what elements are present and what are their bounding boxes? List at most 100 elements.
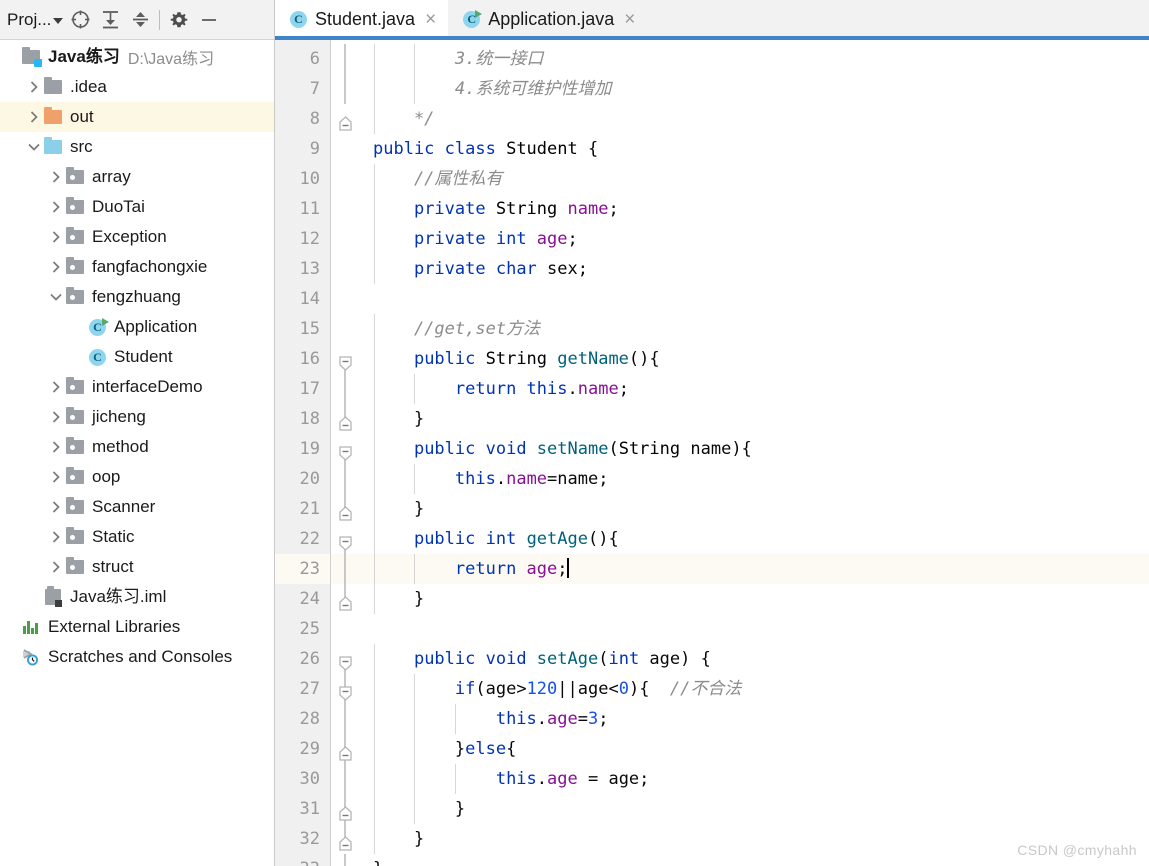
chevron-right-icon[interactable] — [48, 469, 64, 485]
tree-item-duotai[interactable]: DuoTai — [0, 192, 274, 222]
project-view-selector[interactable]: Proj... — [5, 10, 65, 30]
code-line[interactable]: return age; — [359, 554, 1149, 584]
close-icon[interactable]: × — [624, 10, 635, 29]
fold-end-icon[interactable] — [338, 591, 353, 611]
chevron-right-icon[interactable] — [26, 109, 42, 125]
fold-end-icon[interactable] — [338, 831, 353, 851]
tree-item-exception[interactable]: Exception — [0, 222, 274, 252]
tree-item-fangfachongxie[interactable]: fangfachongxie — [0, 252, 274, 282]
fold-gutter[interactable] — [331, 40, 359, 866]
code-line[interactable]: public void setName(String name){ — [359, 434, 1149, 464]
tree-item-idea[interactable]: .idea — [0, 72, 274, 102]
code-line[interactable]: //属性私有 — [359, 164, 1149, 194]
tree-item-java-iml[interactable]: Java练习.iml — [0, 582, 274, 612]
code-line[interactable]: }else{ — [359, 734, 1149, 764]
code-line[interactable]: } — [359, 404, 1149, 434]
code-line[interactable] — [359, 614, 1149, 644]
chevron-down-icon[interactable] — [26, 139, 42, 155]
fold-end-icon[interactable] — [338, 111, 353, 131]
code-line[interactable] — [359, 284, 1149, 314]
tree-item-method[interactable]: method — [0, 432, 274, 462]
package-icon — [66, 167, 84, 184]
chevron-right-icon[interactable] — [48, 259, 64, 275]
tree-item-scanner[interactable]: Scanner — [0, 492, 274, 522]
chevron-right-icon[interactable] — [48, 409, 64, 425]
editor-tab-bar[interactable]: C Student.java × C Application.java × — [275, 0, 1149, 40]
project-tree[interactable]: Java练习 D:\Java练习 .idea out src array DuoTai Exc… — [0, 40, 274, 866]
code-line[interactable]: 3.统一接口 — [359, 44, 1149, 74]
code-line[interactable]: public void setAge(int age) { — [359, 644, 1149, 674]
tree-item-student[interactable]: C Student — [0, 342, 274, 372]
fold-collapse-icon[interactable] — [338, 351, 353, 371]
code-line[interactable]: private int age; — [359, 224, 1149, 254]
code-line[interactable]: public class Student { — [359, 134, 1149, 164]
chevron-right-icon[interactable] — [48, 529, 64, 545]
editor-tab-student-java[interactable]: C Student.java × — [275, 0, 449, 40]
close-icon[interactable]: × — [425, 10, 436, 29]
code-line[interactable]: public int getAge(){ — [359, 524, 1149, 554]
chevron-right-icon[interactable] — [48, 169, 64, 185]
chevron-right-icon[interactable] — [48, 499, 64, 515]
code-token: =name; — [547, 469, 609, 489]
code-line[interactable]: private String name; — [359, 194, 1149, 224]
chevron-right-icon[interactable] — [48, 439, 64, 455]
tree-item-struct[interactable]: struct — [0, 552, 274, 582]
tree-item-jicheng[interactable]: jicheng — [0, 402, 274, 432]
settings-gear-icon[interactable] — [164, 5, 194, 35]
tree-item-interfacedemo[interactable]: interfaceDemo — [0, 372, 274, 402]
code-line[interactable]: private char sex; — [359, 254, 1149, 284]
code-line[interactable]: return this.name; — [359, 374, 1149, 404]
line-number: 29 — [299, 739, 320, 759]
chevron-right-icon[interactable] — [48, 379, 64, 395]
tree-item-scratches-and-consoles[interactable]: Scratches and Consoles — [0, 642, 274, 672]
tree-item-out[interactable]: out — [0, 102, 274, 132]
fold-end-icon[interactable] — [338, 741, 353, 761]
code-token: setName — [536, 439, 609, 459]
code-line[interactable]: } — [359, 794, 1149, 824]
code-line[interactable]: //get,set方法 — [359, 314, 1149, 344]
fold-end-icon[interactable] — [338, 801, 353, 821]
code-line[interactable]: if(age>120||age<0){ //不合法 — [359, 674, 1149, 704]
expand-all-icon[interactable] — [95, 5, 125, 35]
code-editor[interactable]: 6 7 8 9 10 11 12 13 14 15 16 17 18 19 20 21 22 23 24 25 26 27… — [275, 40, 1149, 866]
code-line[interactable]: } — [359, 494, 1149, 524]
chevron-right-icon[interactable] — [48, 559, 64, 575]
code-line[interactable]: */ — [359, 104, 1149, 134]
chevron-right-icon[interactable] — [48, 229, 64, 245]
code-line[interactable]: public String getName(){ — [359, 344, 1149, 374]
hide-icon[interactable] — [194, 5, 224, 35]
fold-collapse-icon[interactable] — [338, 681, 353, 701]
chevron-right-icon[interactable] — [48, 199, 64, 215]
tree-item-src[interactable]: src — [0, 132, 274, 162]
tree-item-oop[interactable]: oop — [0, 462, 274, 492]
fold-collapse-icon[interactable] — [338, 441, 353, 461]
code-line[interactable]: this.age=3; — [359, 704, 1149, 734]
tree-item-array[interactable]: array — [0, 162, 274, 192]
collapse-all-icon[interactable] — [125, 5, 155, 35]
fold-collapse-icon[interactable] — [338, 531, 353, 551]
tree-item-fengzhuang[interactable]: fengzhuang — [0, 282, 274, 312]
chevron-down-icon[interactable] — [48, 289, 64, 305]
code-text-area[interactable]: 3.统一接口 4.系统可维护性增加 */ public class Student… — [359, 40, 1149, 866]
tree-item-java[interactable]: Java练习 D:\Java练习 — [0, 42, 274, 72]
tree-item-label: src — [70, 137, 93, 156]
code-token: { — [506, 739, 517, 759]
code-line[interactable]: this.name=name; — [359, 464, 1149, 494]
tree-item-application[interactable]: C Application — [0, 312, 274, 342]
code-token: return — [454, 379, 527, 399]
code-line[interactable]: this.age = age; — [359, 764, 1149, 794]
tree-item-static[interactable]: Static — [0, 522, 274, 552]
code-line[interactable]: } — [359, 584, 1149, 614]
code-line[interactable]: 4.系统可维护性增加 — [359, 74, 1149, 104]
editor-tab-application-java[interactable]: C Application.java × — [448, 0, 647, 39]
fold-collapse-icon[interactable] — [338, 651, 353, 671]
tree-item-external-libraries[interactable]: External Libraries — [0, 612, 274, 642]
fold-end-icon[interactable] — [338, 861, 353, 866]
code-token: } — [373, 859, 383, 866]
chevron-right-icon[interactable] — [26, 79, 42, 95]
package-icon — [66, 527, 84, 544]
select-opened-file-icon[interactable] — [65, 5, 95, 35]
fold-end-icon[interactable] — [338, 501, 353, 521]
fold-end-icon[interactable] — [338, 411, 353, 431]
